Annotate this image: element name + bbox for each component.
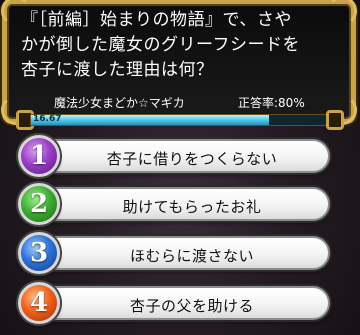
timer-bar-fill [31,115,270,125]
quiz-screen: 『［前編］始まりの物語』で、さや かが倒した魔女のグリーフシードを 杏子に渡した… [0,0,360,335]
timer-bar: 16.67 [30,114,330,126]
question-line-3: 杏子に渡した理由は何？ [21,60,214,80]
answer-button-3[interactable]: ほむらに渡さない [38,236,330,270]
question-text: 『［前編］始まりの物語』で、さや かが倒した魔女のグリーフシードを 杏子に渡した… [21,8,337,83]
answer-number-2-badge[interactable]: 2 [18,183,60,225]
timer-cap-right [326,110,344,130]
answer-label-2: 助けてもらったお礼 [122,198,262,216]
answer-number-1-badge[interactable]: 1 [18,135,60,177]
question-line-1: 『［前編］始まりの物語』で、さや [21,10,292,30]
answer-label-3: ほむらに渡さない [129,247,254,265]
question-line-2: かが倒した魔女のグリーフシードを [21,35,300,55]
accuracy-rate: 正答率:80% [238,96,305,110]
answer-button-4[interactable]: 杏子の父を助ける [38,286,330,320]
answer-button-1[interactable]: 杏子に借りをつくらない [38,139,330,173]
answer-label-1: 杏子に借りをつくらない [106,150,278,168]
answer-number-4-badge[interactable]: 4 [18,282,60,324]
answer-button-2[interactable]: 助けてもらったお礼 [38,187,330,221]
answer-label-4: 杏子の父を助ける [129,297,254,315]
timer-value: 16.67 [33,114,62,124]
answer-number-3-badge[interactable]: 3 [18,232,60,274]
question-category: 魔法少女まどか☆マギカ [54,96,185,110]
